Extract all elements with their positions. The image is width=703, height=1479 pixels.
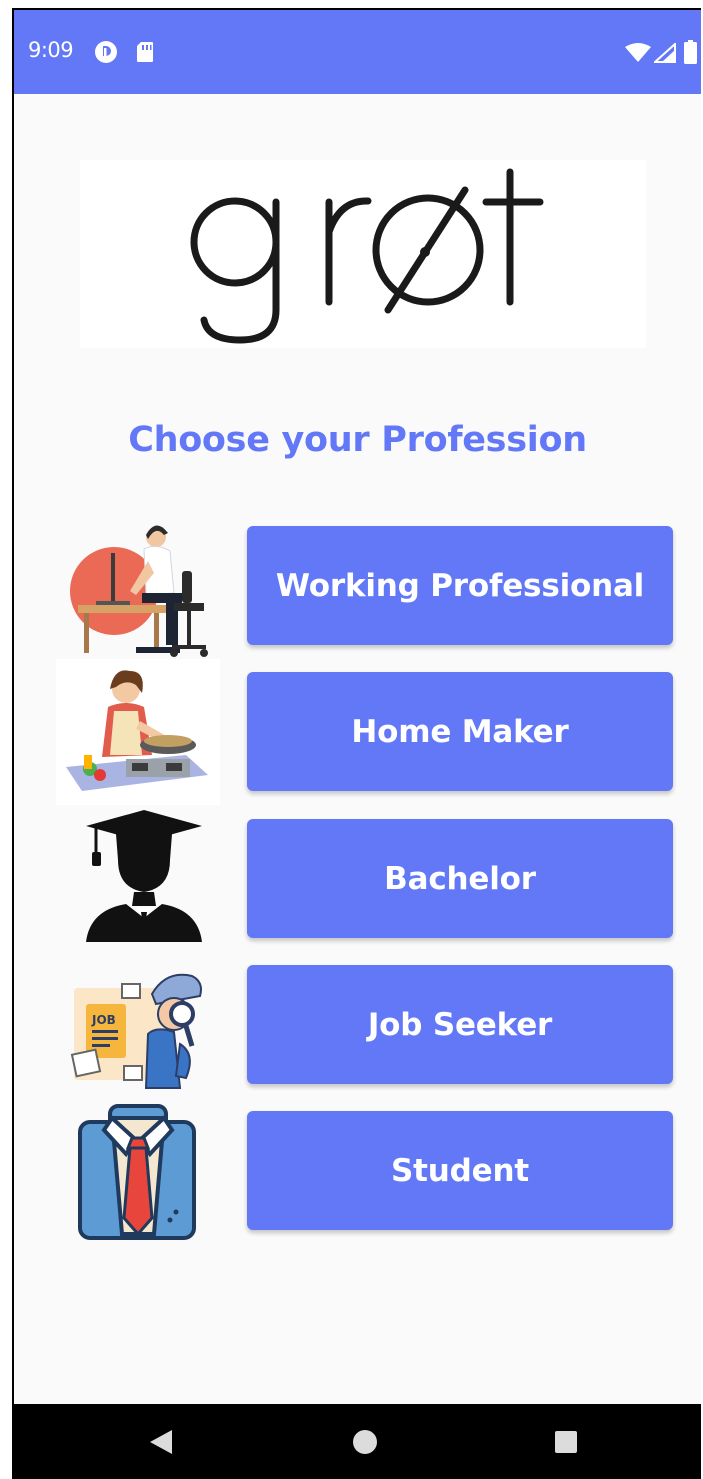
home-icon[interactable] (353, 1430, 377, 1458)
home-maker-icon (56, 659, 220, 805)
profession-label: Home Maker (351, 713, 569, 750)
profession-label: Working Professional (275, 567, 645, 604)
working-professional-icon (56, 513, 220, 659)
profession-label: Student (391, 1152, 529, 1189)
back-icon[interactable] (150, 1430, 172, 1458)
recents-icon[interactable] (555, 1431, 577, 1457)
profession-label: Bachelor (384, 860, 536, 897)
svg-text:JOB: JOB (91, 1013, 116, 1027)
signal-icon (652, 41, 676, 67)
app-logo (80, 160, 646, 348)
app-screen: 9:09 Choose your Profession Working Prof… (12, 8, 701, 1479)
profession-button-working-professional[interactable]: Working Professional (247, 526, 673, 645)
job-seeker-icon: JOB (56, 954, 220, 1100)
status-bar: 9:09 (14, 10, 701, 94)
navigation-bar (14, 1404, 701, 1479)
student-icon (56, 1100, 220, 1246)
profession-button-job-seeker[interactable]: Job Seeker (247, 965, 673, 1084)
profession-button-student[interactable]: Student (247, 1111, 673, 1230)
profession-button-bachelor[interactable]: Bachelor (247, 819, 673, 938)
page-title: Choose your Profession (128, 420, 587, 460)
profession-label: Job Seeker (367, 1006, 553, 1043)
battery-icon (684, 40, 697, 68)
wifi-icon (625, 43, 651, 67)
notification-icon (94, 40, 118, 68)
profession-button-home-maker[interactable]: Home Maker (247, 672, 673, 791)
graduate-icon (56, 808, 220, 954)
sd-card-icon (136, 41, 154, 67)
status-time: 9:09 (28, 38, 74, 62)
